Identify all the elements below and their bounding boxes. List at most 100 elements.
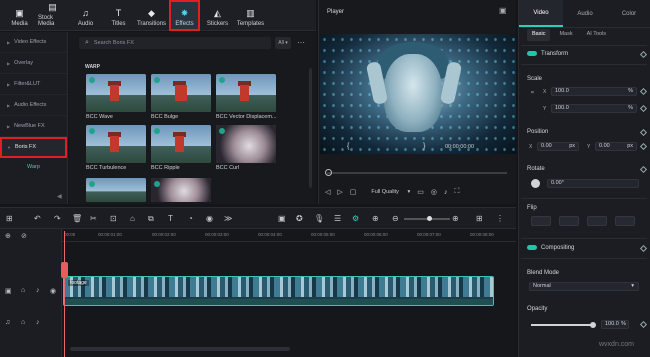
tab-audio[interactable]: Audio [563,0,607,27]
delete-icon[interactable]: 🗑 [72,214,82,223]
toolbar-stickers[interactable]: ◭ Stickers [203,1,232,30]
collapse-panel-icon[interactable]: ◀ [57,193,62,200]
mute-icon[interactable]: ♪ [36,287,40,294]
effect-thumb-partial[interactable] [151,178,211,202]
grid-icon[interactable]: ⊞ [476,214,483,223]
tag-icon[interactable]: ⌂ [130,214,135,223]
add-track-icon[interactable]: ⊕ [5,232,11,240]
subtab-mask[interactable]: Mask [554,29,577,41]
timeline-more-icon[interactable]: ⋮ [496,214,504,223]
effect-thumb-partial[interactable] [86,178,146,202]
filter-dropdown[interactable]: All ▾ [275,36,291,49]
transform-icon[interactable]: ⧉ [148,214,154,224]
display-icon[interactable]: ▭ [417,188,424,196]
playhead[interactable] [64,231,65,357]
layout-icon[interactable]: ⊞ [6,214,13,223]
rotate-ccw-button[interactable] [615,216,635,226]
effect-thumb-bcc-vector-displacement[interactable] [216,74,276,112]
opacity-field[interactable]: 100.0% [601,320,629,329]
video-clip[interactable]: footage [63,276,494,306]
toolbar-stock-media[interactable]: ▤ Stock Media [38,1,67,30]
toolbar-effects[interactable]: ✸ Effects [169,0,200,31]
toolbar-audio[interactable]: ♫ Audio [71,1,100,30]
effect-thumb-bcc-ripple[interactable] [151,125,211,163]
opacity-slider-knob[interactable] [590,322,596,328]
toolbar-media[interactable]: ▣ Media [5,1,34,30]
effect-thumb-bcc-bulge[interactable] [151,74,211,112]
effect-thumb-bcc-wave[interactable] [86,74,146,112]
zoom-out-icon[interactable]: ⊖ [392,214,399,223]
keyframe-icon[interactable] [639,104,648,113]
scale-y-field[interactable]: 100.0% [551,104,637,113]
sticker-icon[interactable]: ✪ [296,214,303,223]
snapshot-icon[interactable]: ▣ [499,6,507,15]
mark-in-icon[interactable]: { [347,143,349,150]
color-icon[interactable]: ◉ [206,214,213,223]
ai-icon[interactable]: ⊕ [372,214,379,223]
speed-icon[interactable]: ◔ [188,214,193,223]
step-back-icon[interactable]: ◁ [325,188,330,196]
search-input[interactable]: ⌕ Search Boris FX [79,36,271,49]
volume-icon[interactable]: ♪ [444,189,448,196]
link-track-icon[interactable]: ⊘ [21,232,27,240]
category-video-effects[interactable]: ▶ Video Effects [0,32,67,53]
rotate-dial[interactable] [531,179,540,188]
more-tools-icon[interactable]: ≫ [224,214,232,223]
keyframe-icon[interactable] [639,320,648,329]
keyframe-icon[interactable] [639,142,648,151]
category-newblue-fx[interactable]: ▶ NewBlue FX [0,116,67,137]
camera-icon[interactable]: ◎ [431,188,437,196]
visibility-icon[interactable]: ◉ [50,287,56,295]
zoom-in-icon[interactable]: ⊕ [452,214,459,223]
mark-out-icon[interactable]: } [423,143,425,150]
rotate-cw-button[interactable] [587,216,607,226]
compositing-toggle[interactable] [527,245,537,250]
category-boris-fx[interactable]: ▼ Boris FX [0,137,67,158]
category-audio-effects[interactable]: ▶ Audio Effects [0,95,67,116]
text-icon[interactable]: T [168,214,173,223]
microphone-icon[interactable]: 🎙 [314,214,324,223]
subtab-ai-tools[interactable]: AI Tools [582,29,611,41]
effect-thumb-bcc-turbulence[interactable] [86,125,146,163]
timeline-ruler[interactable]: 00:00 00:00:01:00 00:00:02:00 00:00:03:0… [62,229,516,242]
position-y-field[interactable]: 0.00 px [595,142,637,151]
keyframe-icon[interactable] [639,87,648,96]
flip-vertical-button[interactable] [559,216,579,226]
scale-x-field[interactable]: 100.0% [551,87,637,96]
browser-scrollbar[interactable] [309,68,312,188]
mute-icon[interactable]: ♪ [36,319,40,326]
scrubber-knob[interactable] [325,169,332,176]
toolbar-titles[interactable]: T Titles [104,1,133,30]
rotate-field[interactable]: 0.00° [547,179,639,188]
fullscreen-icon[interactable]: ⛶ [454,188,459,196]
subtab-basic[interactable]: Basic [527,29,551,41]
render-icon[interactable]: ▣ [278,214,286,223]
split-icon[interactable]: ✂ [90,214,97,223]
blend-mode-dropdown[interactable]: Normal ▾ [529,282,639,291]
tab-video[interactable]: Video [519,0,563,27]
stop-icon[interactable]: ▢ [350,188,357,196]
redo-icon[interactable]: ↷ [54,214,61,223]
category-overlay[interactable]: ▶ Overlay [0,53,67,74]
subcategory-warp[interactable]: Warp [0,158,67,176]
quality-dropdown[interactable]: Full Quality ▾ [371,189,410,195]
lock-icon[interactable]: ⌂ [21,287,25,294]
transform-toggle[interactable] [527,51,537,56]
zoom-slider-knob[interactable] [427,216,432,221]
crop-icon[interactable]: ⊡ [110,214,117,223]
lock-icon[interactable]: ⌂ [21,319,25,326]
more-options-icon[interactable]: ⋯ [295,38,307,47]
flip-horizontal-button[interactable] [531,216,551,226]
player-scrubber[interactable] [327,172,507,174]
undo-icon[interactable]: ↶ [34,214,41,223]
link-icon[interactable]: ⌗ [531,90,534,96]
toolbar-templates[interactable]: ▥ Templates [236,1,265,30]
snap-icon[interactable]: ⚙ [352,214,359,223]
voiceover-icon[interactable]: ☰ [334,214,341,223]
play-icon[interactable]: ▷ [337,188,342,196]
category-filter-lut[interactable]: ▶ Filter&LUT [0,74,67,95]
position-x-field[interactable]: 0.00 px [537,142,579,151]
tab-color[interactable]: Color [607,0,650,27]
toolbar-transitions[interactable]: ◆ Transitions [137,1,166,30]
playhead-handle[interactable] [61,262,68,278]
